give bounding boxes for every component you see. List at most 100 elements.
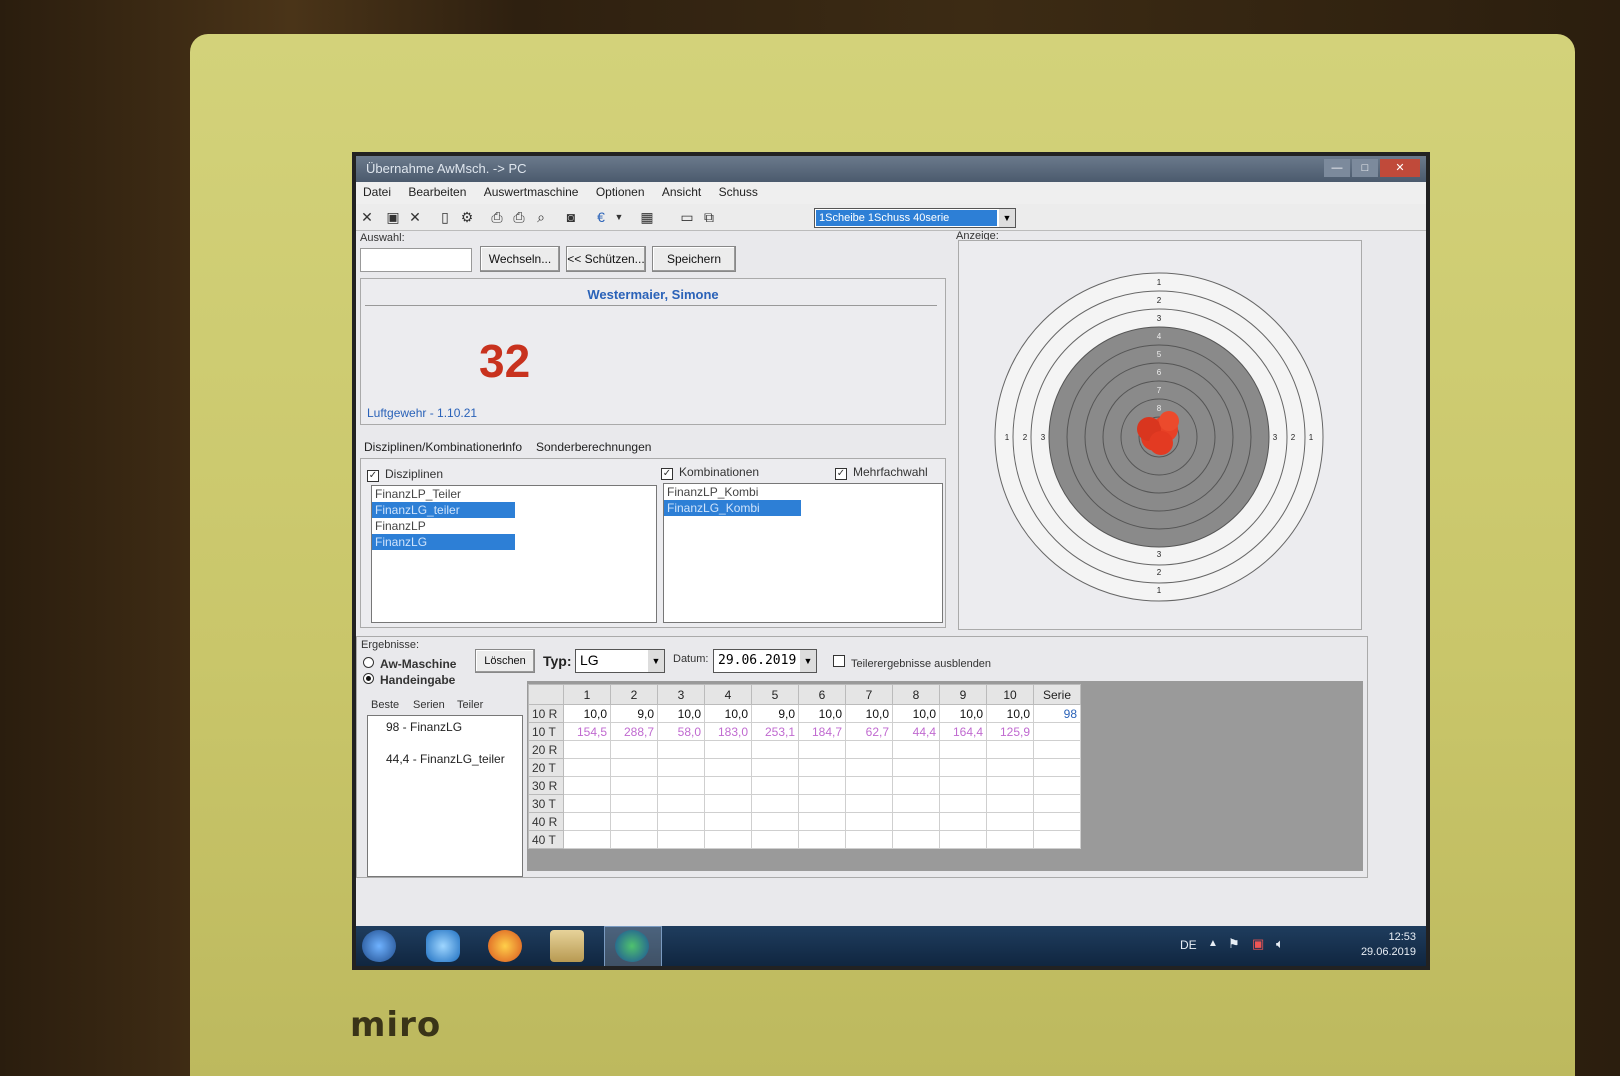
language-indicator[interactable]: DE xyxy=(1180,938,1197,952)
internet-explorer-icon[interactable] xyxy=(426,930,460,962)
table-cell[interactable] xyxy=(892,812,940,831)
table-cell[interactable] xyxy=(939,830,987,849)
table-cell[interactable] xyxy=(798,740,846,759)
chevron-down-icon[interactable]: ▼ xyxy=(648,650,664,672)
camera-icon[interactable]: ◙ xyxy=(562,208,580,226)
clock[interactable]: 12:53 29.06.2019 xyxy=(1361,930,1416,960)
table-cell[interactable]: 184,7 xyxy=(798,722,846,741)
list-item[interactable]: FinanzLP_Teiler xyxy=(372,486,656,502)
table-cell[interactable] xyxy=(798,776,846,795)
table-cell[interactable] xyxy=(610,830,658,849)
auswahl-input[interactable] xyxy=(360,248,472,272)
handeingabe-radio[interactable]: Handeingabe xyxy=(363,673,455,687)
table-cell[interactable] xyxy=(845,758,893,777)
aw-maschine-radio[interactable]: Aw-Maschine xyxy=(363,657,456,671)
list-item[interactable]: FinanzLP_Kombi xyxy=(664,484,942,500)
table-cell[interactable] xyxy=(986,812,1034,831)
table-cell[interactable]: 10,0 xyxy=(704,704,752,723)
printer-icon[interactable]: ▭ xyxy=(678,208,696,226)
list-item[interactable]: FinanzLP xyxy=(372,518,656,534)
table-cell[interactable]: 10,0 xyxy=(892,704,940,723)
table-cell[interactable] xyxy=(798,812,846,831)
table-cell[interactable] xyxy=(986,794,1034,813)
firefox-icon[interactable] xyxy=(488,930,522,962)
teiler-ausblenden-checkbox[interactable]: Teilerergebnisse ausblenden xyxy=(833,655,991,670)
save-icon[interactable]: ▣ xyxy=(384,208,402,226)
volume-icon[interactable]: 🔈︎ xyxy=(1276,936,1284,952)
schuetzen-button[interactable]: << Schützen... xyxy=(566,246,646,272)
subtab-beste[interactable]: Beste xyxy=(371,699,399,711)
minimize-button[interactable]: — xyxy=(1324,159,1350,177)
table-cell[interactable] xyxy=(892,830,940,849)
print-preview-icon[interactable]: ⌕ xyxy=(532,208,550,226)
table-cell[interactable]: 253,1 xyxy=(751,722,799,741)
table-cell[interactable] xyxy=(751,812,799,831)
table-cell[interactable] xyxy=(751,776,799,795)
table-cell[interactable]: 10,0 xyxy=(657,704,705,723)
table-cell[interactable] xyxy=(704,776,752,795)
table-cell[interactable] xyxy=(798,758,846,777)
euro-icon[interactable]: € xyxy=(592,208,610,226)
table-cell[interactable] xyxy=(610,794,658,813)
tab-info[interactable]: Info xyxy=(502,440,522,454)
euro-dropdown-icon[interactable]: ▼ xyxy=(610,208,628,226)
settings-icon[interactable]: ⚙ xyxy=(458,208,476,226)
typ-select[interactable]: LG ▼ xyxy=(575,649,665,673)
menu-schuss[interactable]: Schuss xyxy=(712,182,765,202)
table-cell[interactable]: 9,0 xyxy=(610,704,658,723)
table-cell[interactable] xyxy=(751,830,799,849)
table-cell[interactable] xyxy=(986,758,1034,777)
subtab-serien[interactable]: Serien xyxy=(413,699,445,711)
list-item[interactable]: 44,4 - FinanzLG_teiler xyxy=(368,748,522,770)
loeschen-button[interactable]: Löschen xyxy=(475,649,535,673)
active-app-taskbar-item[interactable] xyxy=(604,926,662,966)
table-cell[interactable] xyxy=(704,758,752,777)
table-cell[interactable]: 183,0 xyxy=(704,722,752,741)
new-doc-icon[interactable]: ▯ xyxy=(436,208,454,226)
grid-icon[interactable]: ▦ xyxy=(638,208,656,226)
wechseln-button[interactable]: Wechseln... xyxy=(480,246,560,272)
menu-optionen[interactable]: Optionen xyxy=(589,182,652,202)
table-cell[interactable] xyxy=(563,758,611,777)
table-cell[interactable] xyxy=(610,776,658,795)
speichern-button[interactable]: Speichern xyxy=(652,246,736,272)
table-cell[interactable]: 10,0 xyxy=(939,704,987,723)
table-cell[interactable]: 10,0 xyxy=(986,704,1034,723)
table-cell[interactable] xyxy=(657,812,705,831)
table-cell[interactable]: 125,9 xyxy=(986,722,1034,741)
datum-picker[interactable]: 29.06.2019 ▼ xyxy=(713,649,817,673)
table-cell[interactable]: 9,0 xyxy=(751,704,799,723)
table-cell[interactable] xyxy=(610,740,658,759)
table-cell[interactable] xyxy=(939,812,987,831)
tray-expand-icon[interactable]: ▲ xyxy=(1208,938,1218,949)
list-item[interactable]: FinanzLG_Kombi xyxy=(664,500,801,516)
table-cell[interactable] xyxy=(704,740,752,759)
chevron-down-icon[interactable]: ▼ xyxy=(999,209,1015,227)
table-cell[interactable] xyxy=(657,740,705,759)
table-cell[interactable] xyxy=(939,758,987,777)
table-cell[interactable] xyxy=(845,740,893,759)
table-cell[interactable] xyxy=(845,812,893,831)
table-cell[interactable] xyxy=(892,758,940,777)
table-cell[interactable]: 164,4 xyxy=(939,722,987,741)
close-doc-icon[interactable]: ✕ xyxy=(358,208,376,226)
table-cell[interactable]: 10,0 xyxy=(845,704,893,723)
file-explorer-icon[interactable] xyxy=(550,930,584,962)
list-item[interactable]: 98 - FinanzLG xyxy=(368,716,522,738)
table-cell[interactable] xyxy=(986,776,1034,795)
table-cell[interactable] xyxy=(986,740,1034,759)
menu-ansicht[interactable]: Ansicht xyxy=(655,182,708,202)
maximize-button[interactable]: □ xyxy=(1352,159,1378,177)
table-cell[interactable] xyxy=(610,812,658,831)
table-cell[interactable] xyxy=(892,776,940,795)
table-cell[interactable] xyxy=(610,758,658,777)
delete-icon[interactable]: ✕ xyxy=(406,208,424,226)
flag-icon[interactable]: ⚑ xyxy=(1228,936,1240,952)
menu-bearbeiten[interactable]: Bearbeiten xyxy=(401,182,473,202)
table-cell[interactable]: 62,7 xyxy=(845,722,893,741)
table-cell[interactable] xyxy=(563,740,611,759)
table-cell[interactable] xyxy=(939,740,987,759)
tab-sonderberechnungen[interactable]: Sonderberechnungen xyxy=(536,440,651,454)
table-cell[interactable] xyxy=(704,794,752,813)
table-cell[interactable] xyxy=(751,794,799,813)
